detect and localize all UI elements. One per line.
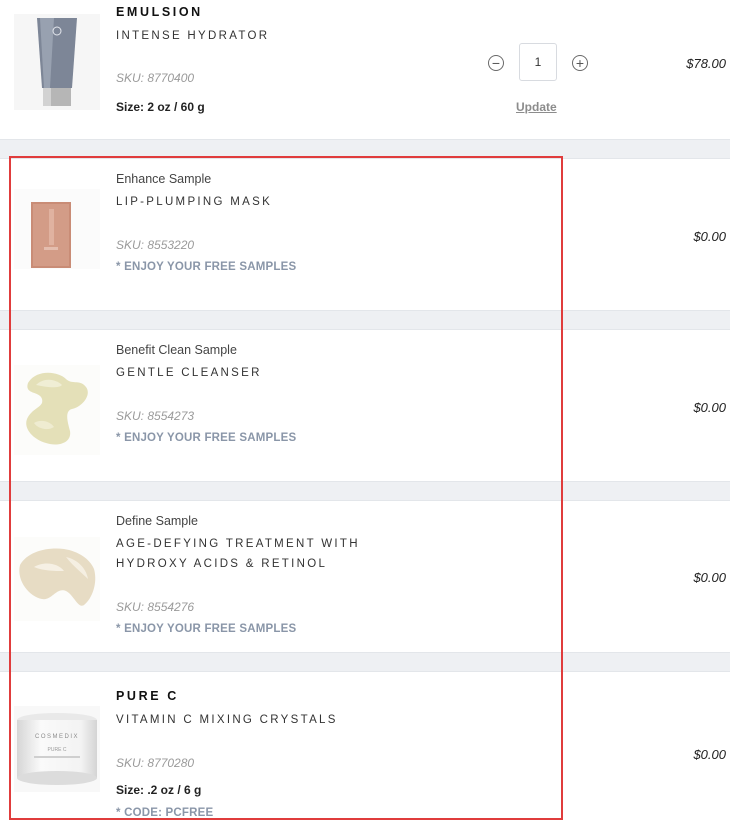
row-separator	[0, 310, 730, 330]
cart-item-enhance-sample: Enhance Sample LIP-PLUMPING MASK SKU: 85…	[0, 159, 730, 310]
cart-item-pure-c: COSMEDIX PURE C PURE C VITAMIN C MIXING …	[0, 672, 730, 826]
item-price: $0.00	[693, 570, 726, 585]
row-separator	[0, 139, 730, 159]
sample-name: Benefit Clean Sample	[116, 343, 237, 357]
promo-text: * ENJOY YOUR FREE SAMPLES	[116, 261, 297, 273]
item-sku: SKU: 8770280	[116, 756, 195, 770]
gentle-cleanser-swatch-image	[14, 365, 100, 455]
sample-name: Define Sample	[116, 514, 198, 528]
cart-item-define-sample: Define Sample AGE-DEFYING TREATMENT WITH…	[0, 501, 730, 652]
update-link[interactable]: Update	[516, 100, 557, 114]
item-price: $0.00	[693, 400, 726, 415]
item-description: INTENSE HYDRATOR	[116, 30, 270, 42]
pure-c-jar-image: COSMEDIX PURE C	[14, 706, 100, 792]
cart-item-emulsion: EMULSION INTENSE HYDRATOR SKU: 8770400 S…	[0, 0, 730, 139]
sample-name: Enhance Sample	[116, 172, 212, 186]
promo-text: * ENJOY YOUR FREE SAMPLES	[116, 432, 297, 444]
item-brand: PURE C	[116, 689, 179, 703]
row-separator	[0, 652, 730, 672]
item-description-line-2: HYDROXY ACIDS & RETINOL	[116, 558, 328, 570]
item-description: LIP-PLUMPING MASK	[116, 196, 273, 208]
item-price: $78.00	[686, 56, 726, 71]
item-size: Size: .2 oz / 6 g	[116, 783, 202, 797]
item-price: $0.00	[693, 747, 726, 762]
quantity-input[interactable]	[519, 43, 557, 81]
item-sku: SKU: 8554276	[116, 600, 195, 614]
plus-circle-icon[interactable]: +	[572, 55, 588, 71]
minus-circle-icon[interactable]: −	[488, 55, 504, 71]
item-sku: SKU: 8553220	[116, 238, 195, 252]
item-description-line-1: AGE-DEFYING TREATMENT WITH	[116, 538, 360, 550]
item-description: GENTLE CLEANSER	[116, 367, 262, 379]
age-defying-treatment-swatch-image	[14, 537, 100, 621]
row-separator	[0, 481, 730, 501]
item-brand: EMULSION	[116, 5, 203, 19]
emulsion-product-image	[14, 14, 100, 110]
item-description: VITAMIN C MIXING CRYSTALS	[116, 714, 338, 726]
item-sku: SKU: 8770400	[116, 71, 195, 85]
promo-text: * ENJOY YOUR FREE SAMPLES	[116, 623, 297, 635]
cart-item-benefit-clean-sample: Benefit Clean Sample GENTLE CLEANSER SKU…	[0, 330, 730, 481]
item-sku: SKU: 8554273	[116, 409, 195, 423]
promo-text: * CODE: PCFREE	[116, 807, 214, 819]
item-price: $0.00	[693, 229, 726, 244]
jar-label-text: PURE C	[48, 747, 67, 753]
lip-mask-sachet-image	[14, 189, 100, 269]
jar-brand-text: COSMEDIX	[35, 734, 79, 740]
item-size: Size: 2 oz / 60 g	[116, 100, 205, 114]
